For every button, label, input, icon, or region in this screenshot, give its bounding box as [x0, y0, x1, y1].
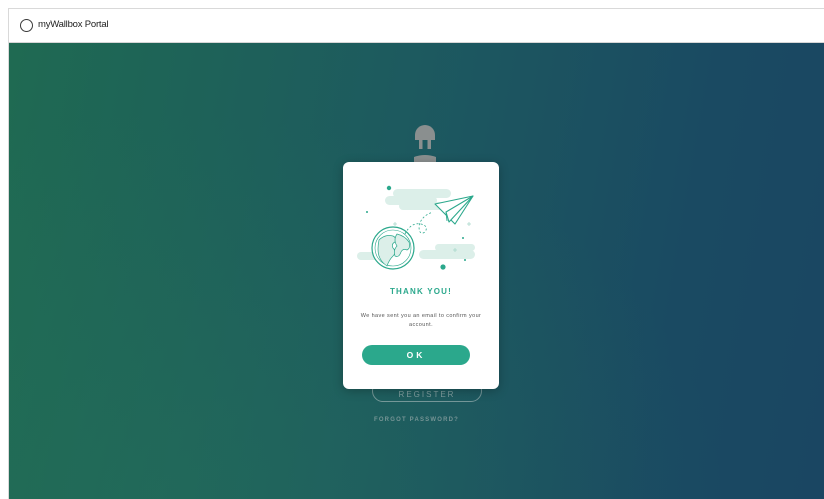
paper-plane-globe-illustration	[357, 185, 475, 270]
ok-button[interactable]: OK	[362, 345, 470, 365]
title-bar: myWallbox Portal	[9, 9, 824, 43]
plug-logo-icon	[414, 125, 436, 163]
modal-message: We have sent you an email to confirm you…	[360, 313, 482, 328]
window-title: myWallbox Portal	[38, 19, 109, 30]
forgot-password-link[interactable]: FORGOT PASSWORD?	[9, 417, 824, 423]
loading-circle-icon	[20, 19, 33, 32]
modal-title: THANK YOU!	[389, 287, 453, 296]
confirmation-modal: THANK YOU! We have sent you an email to …	[343, 162, 499, 389]
